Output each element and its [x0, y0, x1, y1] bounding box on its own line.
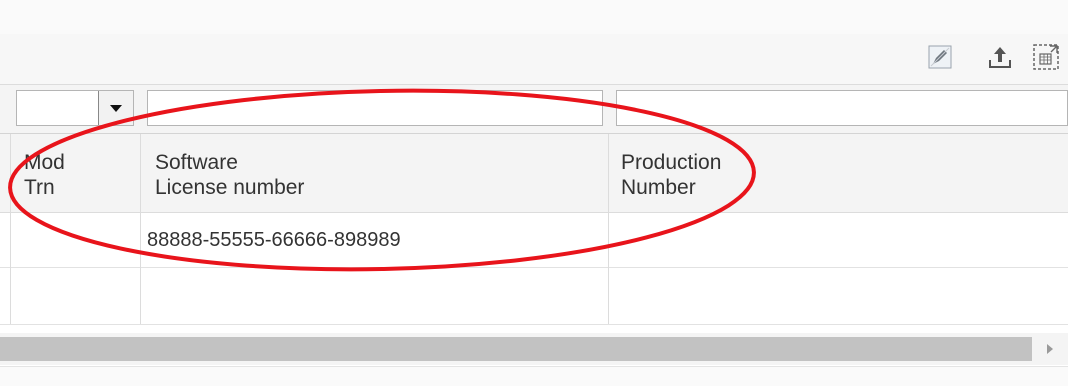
- cell-license-number: 88888-55555-66666-898989: [147, 229, 401, 251]
- column-divider: [608, 134, 609, 324]
- top-bar: [0, 0, 1068, 35]
- column-header-line: Production: [621, 151, 722, 174]
- bottom-bar: [0, 366, 1068, 386]
- fullscreen-icon[interactable]: [1030, 40, 1062, 74]
- chevron-down-icon: [110, 105, 122, 112]
- column-header-software-license[interactable]: Software License number: [155, 134, 605, 212]
- column-header-line: License number: [155, 176, 305, 199]
- software-license-filter-input[interactable]: [147, 90, 603, 126]
- table-toolbar: [0, 34, 1068, 85]
- column-divider: [140, 134, 141, 324]
- table-row[interactable]: [0, 268, 1068, 325]
- table-row[interactable]: 88888-55555-66666-898989: [0, 213, 1068, 268]
- column-header-line: Software: [155, 151, 238, 174]
- production-number-filter-input[interactable]: [616, 90, 1068, 126]
- column-header-mod-trn[interactable]: Mod Trn: [24, 134, 140, 212]
- column-header-line: Mod: [24, 151, 65, 174]
- mod-trn-filter-select[interactable]: [16, 90, 134, 126]
- upload-icon[interactable]: [984, 40, 1016, 74]
- horizontal-scrollbar[interactable]: [0, 333, 1068, 365]
- column-header-line: Number: [621, 176, 696, 199]
- column-header-production-number[interactable]: Production Number: [621, 134, 1061, 212]
- edit-icon[interactable]: [924, 40, 956, 74]
- scrollbar-thumb[interactable]: [0, 337, 1032, 361]
- chevron-right-icon: [1047, 344, 1053, 354]
- scroll-right-button[interactable]: [1036, 337, 1064, 361]
- dropdown-button[interactable]: [98, 91, 133, 125]
- column-header-line: Trn: [24, 176, 55, 199]
- column-divider: [10, 134, 11, 324]
